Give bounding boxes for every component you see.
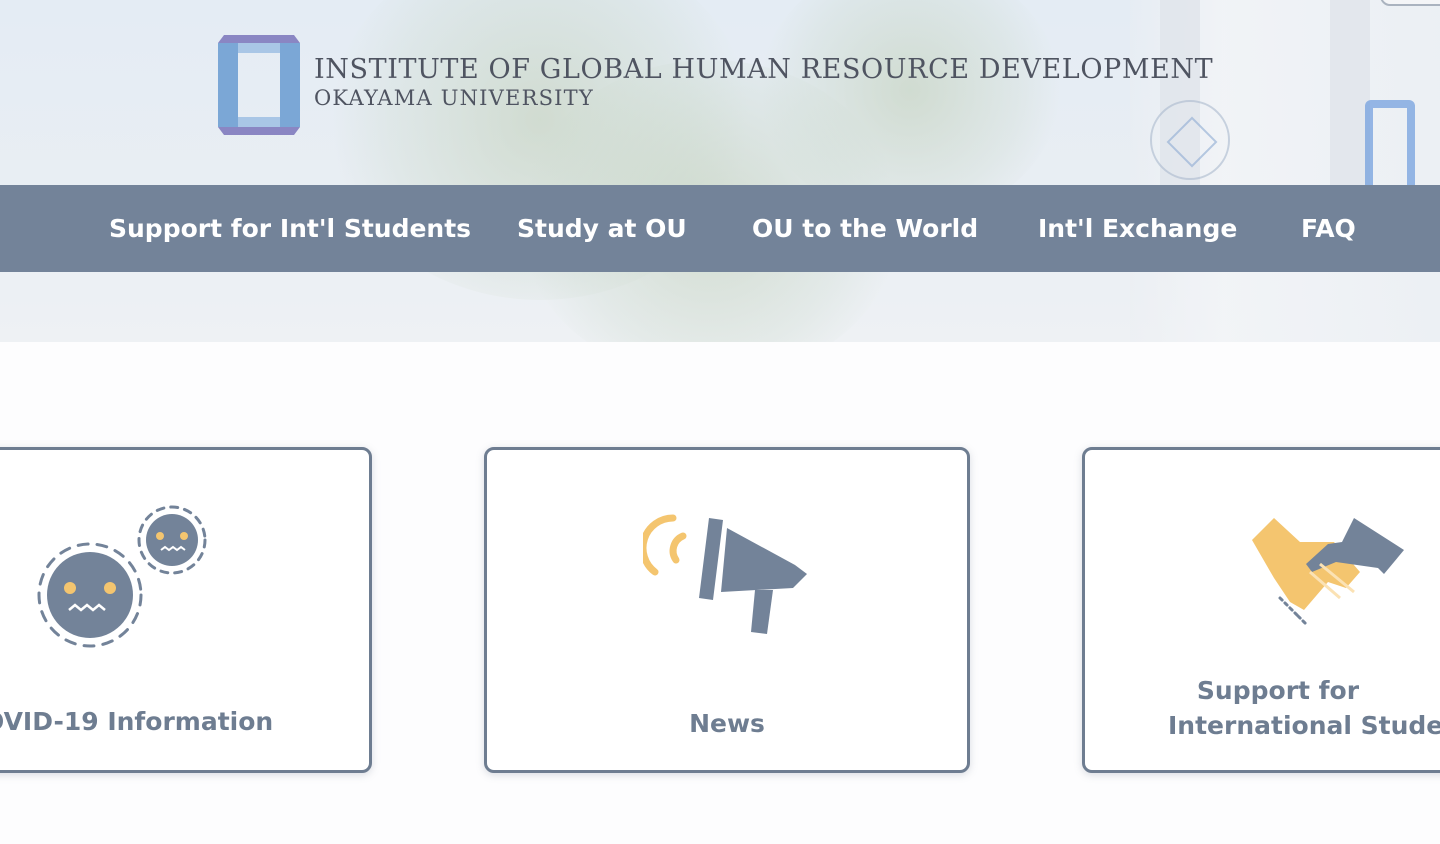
site-subtitle: OKAYAMA UNIVERSITY: [314, 86, 594, 110]
university-logo-icon: [218, 29, 300, 141]
building-logo-icon: [1365, 100, 1415, 186]
corner-button[interactable]: [1380, 0, 1440, 6]
handshake-icon: [1252, 518, 1404, 626]
nav-item-ou-to-world[interactable]: OU to the World: [752, 185, 978, 272]
main-navigation: Support for Int'l Students Study at OU O…: [0, 185, 1440, 272]
megaphone-icon: [643, 514, 807, 634]
nav-item-intl-exchange[interactable]: Int'l Exchange: [1038, 185, 1237, 272]
card-support-label-line1: Support for: [1196, 676, 1360, 705]
virus-icon: [37, 505, 207, 648]
card-support-label-line2: International Stude: [1168, 711, 1440, 740]
nav-item-support-students[interactable]: Support for Int'l Students: [109, 185, 471, 272]
card-news-label: News: [689, 709, 765, 738]
card-covid-label: OVID-19 Information: [0, 707, 274, 736]
nav-item-study-at-ou[interactable]: Study at OU: [517, 185, 687, 272]
site-title: INSTITUTE OF GLOBAL HUMAN RESOURCE DEVEL…: [314, 54, 1214, 85]
card-support-intl-students[interactable]: Support for International Stude: [1082, 447, 1440, 773]
card-covid-info[interactable]: OVID-19 Information: [0, 447, 372, 773]
nav-item-faq[interactable]: FAQ: [1301, 185, 1356, 272]
site-brand-link[interactable]: INSTITUTE OF GLOBAL HUMAN RESOURCE DEVEL…: [218, 29, 1213, 141]
card-news[interactable]: News: [484, 447, 970, 773]
